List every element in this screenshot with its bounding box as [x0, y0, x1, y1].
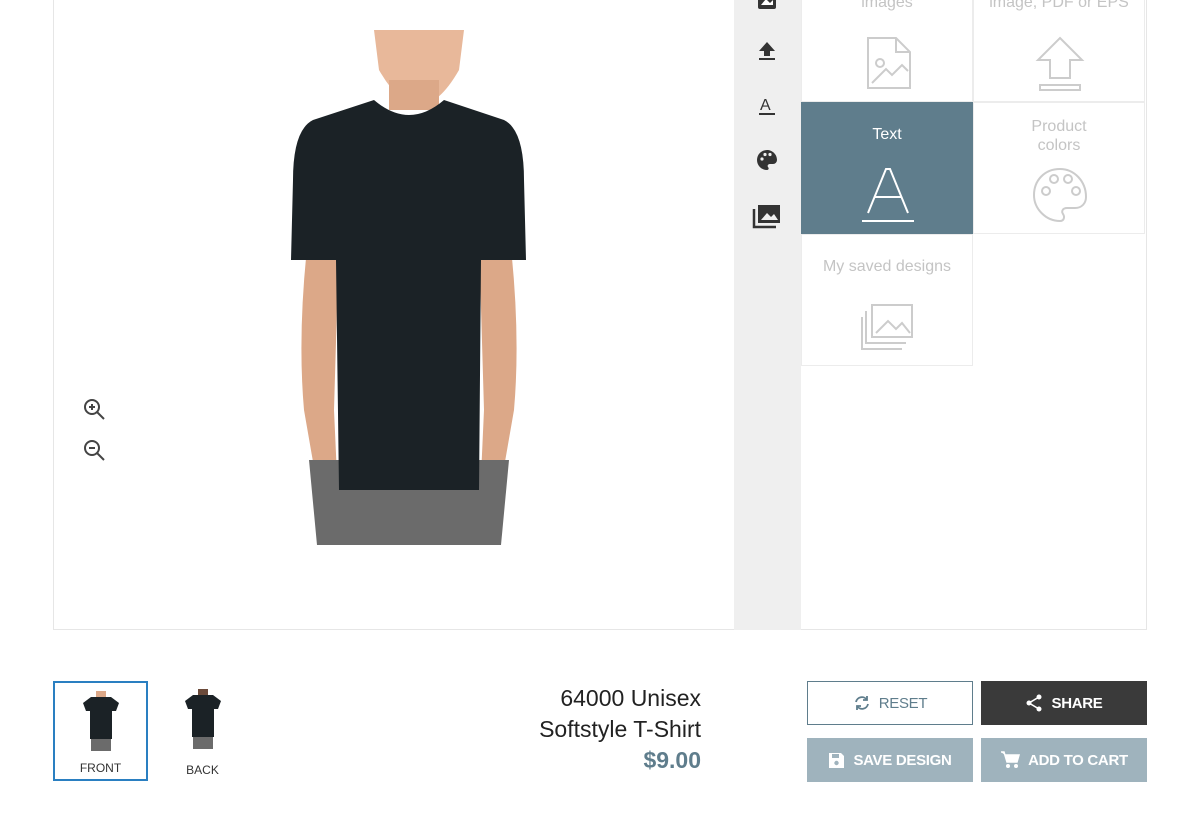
saved-designs-icon: [861, 304, 913, 350]
svg-text:A: A: [760, 97, 771, 114]
tile-text[interactable]: Text: [801, 102, 973, 234]
back-thumbnail-image: [184, 689, 221, 749]
design-stage[interactable]: [54, 0, 734, 630]
tile-product-colors[interactable]: Product colors: [973, 102, 1145, 234]
share-icon: [1026, 694, 1042, 712]
thumb-front[interactable]: FRONT: [53, 681, 148, 781]
add-to-cart-button[interactable]: ADD TO CART: [981, 738, 1147, 782]
image-icon[interactable]: [752, 0, 782, 15]
refresh-icon: [854, 696, 869, 710]
designer-panel: A images image, PDF or EPS Text Product …: [53, 0, 1147, 630]
tshirt-model-image: [291, 30, 526, 545]
product-name-line2: Softstyle T-Shirt: [539, 716, 701, 742]
product-price: $9.00: [643, 747, 701, 773]
tool-strip: A: [734, 0, 801, 630]
tile-saved-designs[interactable]: My saved designs: [801, 234, 973, 366]
save-design-button[interactable]: SAVE DESIGN: [807, 738, 973, 782]
upload-icon: [1035, 36, 1085, 91]
zoom-out-icon[interactable]: [82, 438, 110, 466]
palette-icon: [1032, 167, 1088, 223]
zoom-in-icon[interactable]: [82, 397, 110, 425]
palette-icon[interactable]: [752, 145, 782, 175]
front-thumbnail-image: [82, 691, 119, 751]
text-icon[interactable]: A: [752, 91, 782, 121]
share-button[interactable]: SHARE: [981, 681, 1147, 725]
text-icon: [862, 168, 914, 222]
tile-upload[interactable]: image, PDF or EPS: [973, 0, 1145, 102]
upload-icon[interactable]: [752, 36, 782, 66]
saved-designs-icon[interactable]: [752, 201, 782, 231]
image-file-icon: [867, 37, 911, 89]
tile-images[interactable]: images: [801, 0, 973, 102]
product-name-line1: 64000 Unisex: [560, 685, 701, 711]
thumb-back[interactable]: BACK: [155, 681, 250, 781]
cart-icon: [1001, 751, 1021, 768]
product-info: 64000 Unisex Softstyle T-Shirt $9.00: [539, 683, 701, 776]
floppy-disk-icon: [829, 752, 845, 768]
reset-button[interactable]: RESET: [807, 681, 973, 725]
